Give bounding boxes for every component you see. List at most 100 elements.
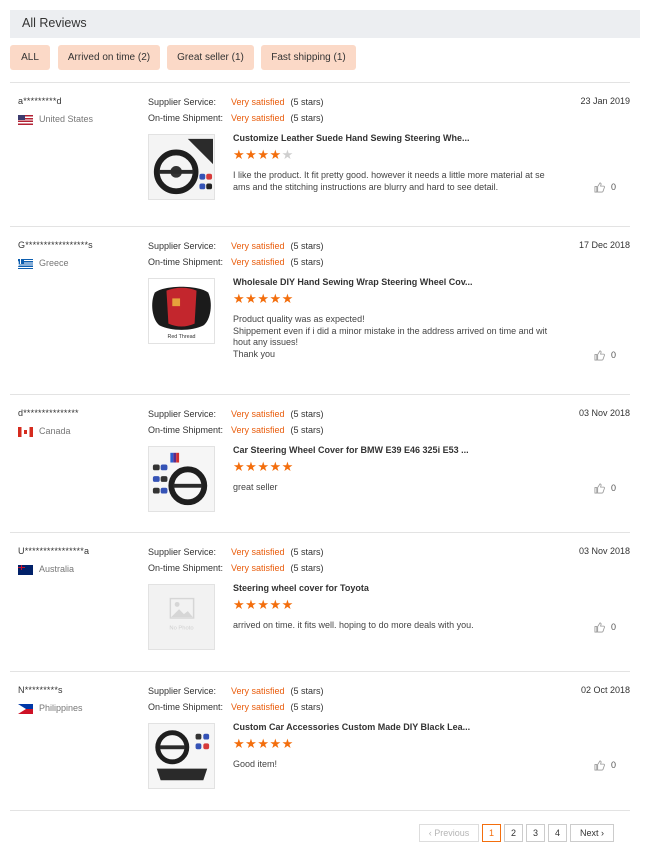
- star-filled-icon: ★: [257, 147, 270, 162]
- star-filled-icon: ★: [233, 736, 246, 751]
- divider: [10, 532, 630, 533]
- no-photo-placeholder-image: No Photo: [149, 585, 214, 649]
- ph-flag-icon: [18, 703, 33, 714]
- product-link[interactable]: Wholesale DIY Hand Sewing Wrap Steering …: [233, 277, 473, 287]
- country-name: Canada: [39, 426, 71, 436]
- star-empty-icon: ★: [281, 147, 294, 162]
- country-name: United States: [39, 114, 94, 124]
- review-item: G*****************s Greece Supplier Serv…: [10, 236, 630, 376]
- star-filled-icon: ★: [269, 291, 282, 306]
- page-1-button[interactable]: 1: [482, 824, 501, 842]
- star-rating: ★★★★★: [233, 737, 294, 750]
- star-rating: ★★★★★: [233, 460, 294, 473]
- product-link[interactable]: Steering wheel cover for Toyota: [233, 583, 369, 593]
- next-page-button[interactable]: Next ›: [570, 824, 614, 842]
- star-rating: ★★★★★: [233, 292, 294, 305]
- thumbs-up-icon: [594, 182, 605, 193]
- helpful-button[interactable]: 0: [594, 760, 616, 771]
- product-link[interactable]: Custom Car Accessories Custom Made DIY B…: [233, 722, 470, 732]
- on-time-shipment-rating: On-time Shipment: Very satisfied (5 stars): [148, 563, 324, 573]
- thumbs-up-icon: [594, 350, 605, 361]
- reviewer-country: Canada: [18, 425, 71, 437]
- divider: [10, 82, 630, 83]
- star-filled-icon: ★: [281, 736, 294, 751]
- steering-wheel-cover-image: Red Thread: [149, 279, 214, 343]
- supplier-service-rating: Supplier Service: Very satisfied (5 stars): [148, 97, 324, 107]
- product-thumbnail[interactable]: [148, 446, 215, 512]
- review-date: 17 Dec 2018: [578, 240, 630, 250]
- review-date: 02 Oct 2018: [580, 685, 630, 695]
- filter-fast-shipping-button[interactable]: Fast shipping (1): [261, 45, 356, 70]
- page-2-button[interactable]: 2: [504, 824, 523, 842]
- helpful-count: 0: [611, 350, 617, 360]
- filter-arrived-on-time-button[interactable]: Arrived on time (2): [58, 45, 160, 70]
- helpful-button[interactable]: 0: [594, 622, 616, 633]
- star-filled-icon: ★: [269, 459, 282, 474]
- svg-text:No Photo: No Photo: [169, 626, 193, 632]
- star-filled-icon: ★: [233, 597, 246, 612]
- review-item: U****************a Australia Supplier Se…: [10, 542, 630, 682]
- filter-all-button[interactable]: ALL: [10, 45, 50, 70]
- helpful-button[interactable]: 0: [594, 350, 616, 361]
- ca-flag-icon: [18, 426, 33, 437]
- product-link[interactable]: Car Steering Wheel Cover for BMW E39 E46…: [233, 445, 469, 455]
- product-thumbnail[interactable]: [148, 134, 215, 200]
- product-thumbnail[interactable]: [148, 723, 215, 789]
- reviewer-country: Australia: [18, 563, 74, 575]
- thumbs-up-icon: [594, 622, 605, 633]
- thumbs-up-icon: [594, 760, 605, 771]
- reviewer-name: G*****************s: [18, 240, 93, 250]
- review-date: 23 Jan 2019: [580, 96, 630, 106]
- product-link[interactable]: Customize Leather Suede Hand Sewing Stee…: [233, 133, 470, 143]
- divider: [10, 810, 630, 811]
- star-rating: ★★★★★: [233, 148, 294, 161]
- reviewer-country: United States: [18, 113, 93, 125]
- star-filled-icon: ★: [245, 736, 258, 751]
- us-flag-icon: [18, 114, 33, 125]
- on-time-shipment-rating: On-time Shipment: Very satisfied (5 stars): [148, 702, 324, 712]
- review-comment: Product quality was as expected! Shippem…: [233, 314, 548, 359]
- helpful-button[interactable]: 0: [594, 182, 616, 193]
- star-filled-icon: ★: [269, 736, 282, 751]
- star-filled-icon: ★: [233, 291, 246, 306]
- review-comment: Good item!: [233, 759, 278, 769]
- product-thumbnail[interactable]: No Photo: [148, 584, 215, 650]
- star-filled-icon: ★: [281, 291, 294, 306]
- reviewer-name: N*********s: [18, 685, 63, 695]
- star-filled-icon: ★: [281, 597, 294, 612]
- svg-text:Red Thread: Red Thread: [167, 334, 195, 340]
- star-filled-icon: ★: [257, 736, 270, 751]
- helpful-count: 0: [611, 760, 617, 770]
- steering-wheel-kit-image: [149, 447, 214, 511]
- helpful-button[interactable]: 0: [594, 483, 616, 494]
- filter-great-seller-button[interactable]: Great seller (1): [167, 45, 254, 70]
- star-filled-icon: ★: [245, 459, 258, 474]
- previous-page-button[interactable]: ‹ Previous: [419, 824, 479, 842]
- gr-flag-icon: [18, 258, 33, 269]
- star-filled-icon: ★: [245, 597, 258, 612]
- review-date: 03 Nov 2018: [578, 546, 630, 556]
- review-item: d*************** Canada Supplier Service…: [10, 404, 630, 544]
- review-comment: great seller: [233, 482, 278, 492]
- supplier-service-rating: Supplier Service: Very satisfied (5 stars): [148, 241, 324, 251]
- reviewer-country: Philippines: [18, 702, 83, 714]
- review-comment: I like the product. It fit pretty good. …: [233, 170, 545, 192]
- divider: [10, 671, 630, 672]
- star-filled-icon: ★: [257, 459, 270, 474]
- review-date: 03 Nov 2018: [578, 408, 630, 418]
- star-filled-icon: ★: [233, 459, 246, 474]
- supplier-service-rating: Supplier Service: Very satisfied (5 stars): [148, 409, 324, 419]
- divider: [10, 394, 630, 395]
- reviewer-name: d***************: [18, 408, 79, 418]
- product-thumbnail[interactable]: Red Thread: [148, 278, 215, 344]
- helpful-count: 0: [611, 483, 617, 493]
- review-comment: arrived on time. it fits well. hoping to…: [233, 620, 474, 630]
- divider: [10, 226, 630, 227]
- reviews-header: All Reviews: [10, 10, 640, 38]
- page-3-button[interactable]: 3: [526, 824, 545, 842]
- page-4-button[interactable]: 4: [548, 824, 567, 842]
- star-filled-icon: ★: [245, 147, 258, 162]
- star-filled-icon: ★: [269, 597, 282, 612]
- on-time-shipment-rating: On-time Shipment: Very satisfied (5 stars): [148, 113, 324, 123]
- country-name: Greece: [39, 258, 69, 268]
